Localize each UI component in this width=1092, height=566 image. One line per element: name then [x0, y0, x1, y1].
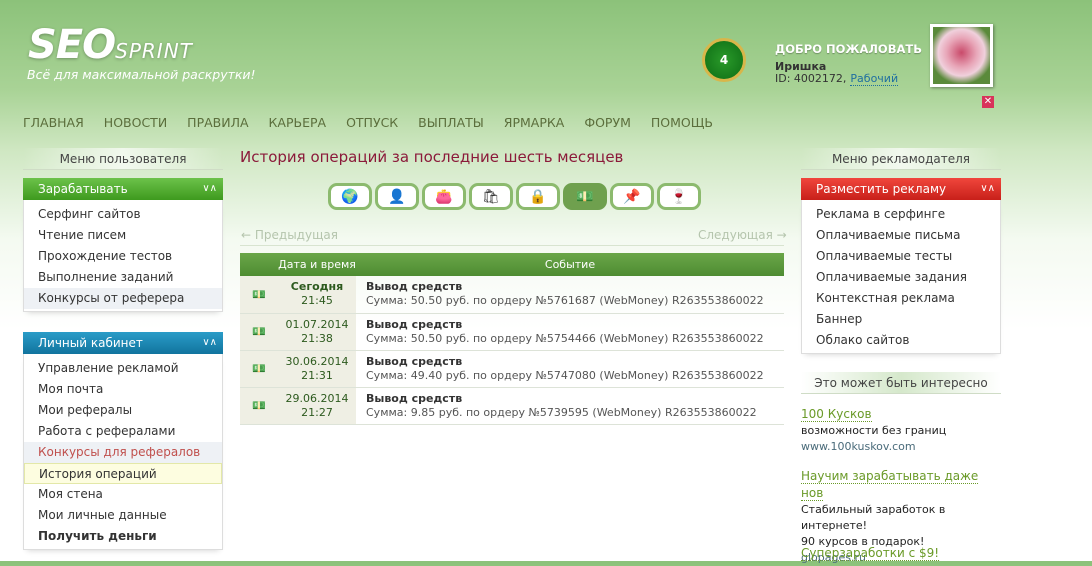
ad-block: Суперзаработки с $9!	[801, 545, 1001, 562]
menu-item[interactable]: Чтение писем	[24, 225, 222, 246]
welcome-text: ДОБРО ПОЖАЛОВАТЬ	[775, 42, 922, 56]
nav-payouts[interactable]: ВЫПЛАТЫ	[418, 115, 484, 130]
nav-career[interactable]: КАРЬЕРА	[269, 115, 327, 130]
menu-item[interactable]: Мои рефералы	[24, 400, 222, 421]
menu-item[interactable]: Контекстная реклама	[802, 288, 1000, 309]
money-icon: 💵	[240, 387, 278, 425]
chevron-toggle-icon: ∨∧	[980, 183, 995, 194]
money-icon[interactable]: 💵	[563, 183, 607, 210]
menu-item[interactable]: Реклама в серфинге	[802, 204, 1000, 225]
user-menu-heading: Меню пользователя	[23, 148, 223, 170]
tagline: Всё для максимальной раскрутки!	[27, 67, 256, 82]
logo[interactable]: SEOSPRINT	[28, 22, 193, 68]
menu-item[interactable]: Моя почта	[24, 379, 222, 400]
earn-menu: Серфинг сайтов Чтение писем Прохождение …	[23, 200, 223, 312]
advertiser-menu-heading: Меню рекламодателя	[801, 148, 1001, 170]
menu-item[interactable]: Выполнение заданий	[24, 267, 222, 288]
table-row: 💵 29.06.2014 21:27 Вывод средств Сумма: 9.85…	[240, 387, 784, 425]
table-row: 💵 Сегодня 21:45 Вывод средств Сумма: 50.50 р…	[240, 276, 784, 314]
menu-item[interactable]: Мои личные данные	[24, 505, 222, 526]
level-badge: 4	[702, 38, 746, 82]
wine-glass-icon[interactable]: 🍷	[657, 183, 701, 210]
ad-text: возможности без границ	[801, 424, 947, 437]
menu-item[interactable]: Серфинг сайтов	[24, 204, 222, 225]
money-icon: 💵	[240, 313, 278, 351]
money-icon: 💵	[240, 276, 278, 314]
chevron-toggle-icon: ∨∧	[202, 337, 217, 348]
earn-section-header[interactable]: Зарабатывать ∨∧	[23, 178, 223, 200]
advertiser-menu: Реклама в серфинге Оплачиваемые письма О…	[801, 200, 1001, 354]
user-id: ID: 4002172, Рабочий	[775, 72, 899, 86]
nav-rules[interactable]: ПРАВИЛА	[187, 115, 248, 130]
menu-item[interactable]: Облако сайтов	[802, 330, 1000, 351]
divider	[240, 245, 784, 246]
menu-item[interactable]: Оплачиваемые тесты	[802, 246, 1000, 267]
ad-title-link[interactable]: Научим зарабатывать даже нов	[801, 469, 979, 501]
menu-item[interactable]: Конкурсы для рефералов	[24, 442, 222, 463]
shopping-bag-icon[interactable]: 🛍	[469, 183, 513, 210]
place-ad-section-header[interactable]: Разместить рекламу ∨∧	[801, 178, 1001, 200]
next-link[interactable]: Следующая →	[698, 228, 787, 242]
page-title: История операций за последние шесть меся…	[240, 148, 624, 166]
cabinet-section-header[interactable]: Личный кабинет ∨∧	[23, 332, 223, 354]
left-sidebar: Меню пользователя Зарабатывать ∨∧ Серфинг…	[23, 148, 223, 550]
menu-item[interactable]: Оплачиваемые письма	[802, 225, 1000, 246]
right-sidebar: Меню рекламодателя Разместить рекламу ∨∧ …	[801, 148, 1001, 394]
chevron-toggle-icon: ∨∧	[202, 183, 217, 194]
table-row: 💵 01.07.2014 21:38 Вывод средств Сумма: 50.5…	[240, 313, 784, 351]
ad-block: 100 Кусков возможности без границ www.10…	[801, 406, 1001, 455]
money-icon: 💵	[240, 350, 278, 388]
interest-heading: Это может быть интересно	[801, 372, 1001, 394]
main-nav: ГЛАВНАЯ НОВОСТИ ПРАВИЛА КАРЬЕРА ОТПУСК В…	[23, 115, 713, 130]
nav-fair[interactable]: ЯРМАРКА	[504, 115, 565, 130]
nav-vacation[interactable]: ОТПУСК	[346, 115, 398, 130]
menu-item[interactable]: Работа с рефералами	[24, 421, 222, 442]
menu-item[interactable]: Конкурсы от реферера	[24, 288, 222, 309]
menu-item[interactable]: Оплачиваемые задания	[802, 267, 1000, 288]
menu-item-active[interactable]: История операций	[24, 463, 222, 484]
cabinet-menu: Управление рекламой Моя почта Мои рефера…	[23, 354, 223, 550]
menu-item[interactable]: Получить деньги	[24, 526, 222, 547]
status-link[interactable]: Рабочий	[850, 72, 899, 86]
menu-item[interactable]: Моя стена	[24, 484, 222, 505]
prev-link[interactable]: ← Предыдущая	[241, 228, 338, 242]
close-icon[interactable]: ✕	[982, 96, 994, 108]
pushpin-icon[interactable]: 📌	[610, 183, 654, 210]
avatar[interactable]	[930, 24, 993, 87]
user-icon[interactable]: 👤	[375, 183, 419, 210]
nav-help[interactable]: ПОМОЩЬ	[651, 115, 713, 130]
menu-item[interactable]: Баннер	[802, 309, 1000, 330]
lock-icon[interactable]: 🔒	[516, 183, 560, 210]
menu-item[interactable]: Управление рекламой	[24, 358, 222, 379]
table-row: 💵 30.06.2014 21:31 Вывод средств Сумма: 49.4…	[240, 350, 784, 388]
nav-home[interactable]: ГЛАВНАЯ	[23, 115, 84, 130]
globe-icon[interactable]: 🌍	[328, 183, 372, 210]
wallet-icon[interactable]: 👛	[422, 183, 466, 210]
ad-text: Стабильный заработок в интернете!	[801, 503, 946, 532]
nav-news[interactable]: НОВОСТИ	[104, 115, 167, 130]
operations-table: Дата и время Событие 💵 Сегодня 21:45 Вывод с…	[240, 253, 784, 425]
ad-url[interactable]: www.100kuskov.com	[801, 439, 1001, 455]
category-tabs: 🌍 👤 👛 🛍 🔒 💵 📌 🍷	[328, 183, 701, 210]
column-header: Дата и время	[278, 253, 356, 276]
nav-forum[interactable]: ФОРУМ	[584, 115, 631, 130]
menu-item[interactable]: Прохождение тестов	[24, 246, 222, 267]
column-header: Событие	[356, 253, 784, 276]
ad-title-link[interactable]: 100 Кусков	[801, 407, 872, 422]
ad-title-link[interactable]: Суперзаработки с $9!	[801, 546, 940, 561]
